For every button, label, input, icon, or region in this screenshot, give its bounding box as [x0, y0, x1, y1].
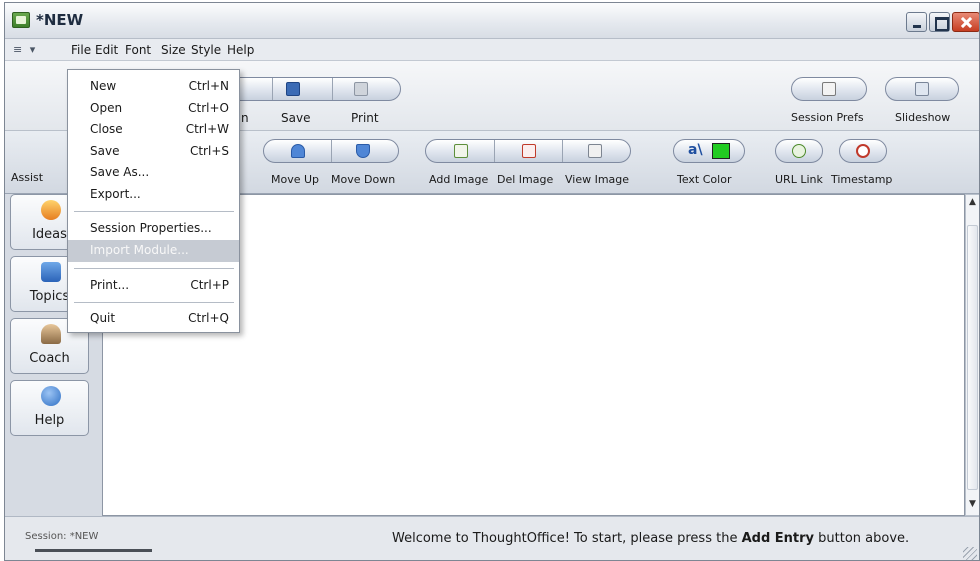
assistants-label: Assist: [11, 171, 44, 184]
menu-edit[interactable]: Edit: [95, 43, 118, 57]
slideshow-icon: [915, 82, 929, 96]
move-button-group: [263, 139, 399, 163]
session-status: Session: *NEW: [25, 531, 99, 542]
menu-item-label: Session Properties...: [90, 221, 212, 235]
sidebar-item-label: Help: [34, 413, 65, 428]
system-menu-icon[interactable]: ≡ ▾: [13, 43, 37, 56]
menu-item-shortcut: Ctrl+S: [189, 144, 229, 158]
menu-bar: ≡ ▾ File Edit Font Size Style Help: [5, 39, 979, 61]
title-bar: *NEW: [5, 3, 979, 39]
image-button-group: [425, 139, 631, 163]
app-window: *NEW ≡ ▾ File Edit Font Size Style Help …: [4, 2, 980, 561]
file-menu-new[interactable]: New Ctrl+N: [68, 76, 239, 98]
file-menu-session-properties[interactable]: Session Properties...: [68, 218, 239, 240]
delete-image-label[interactable]: Del Image: [497, 173, 553, 186]
welcome-message: Welcome to ThoughtOffice! To start, plea…: [392, 531, 909, 546]
window-title: *NEW: [36, 11, 84, 29]
menu-item-shortcut: Ctrl+W: [185, 122, 229, 136]
topics-icon: [41, 262, 61, 282]
menu-item-label: Quit: [90, 311, 116, 325]
lightbulb-icon: [41, 200, 61, 220]
url-link-button[interactable]: [775, 139, 823, 163]
file-menu-save-as[interactable]: Save As...: [68, 162, 239, 184]
text-color-label[interactable]: Text Color: [677, 173, 731, 186]
file-menu-quit[interactable]: Quit Ctrl+Q: [68, 308, 239, 330]
menu-item-label: Export...: [90, 187, 141, 201]
menu-separator: [74, 302, 234, 303]
resize-grip[interactable]: [963, 547, 977, 560]
move-down-label[interactable]: Move Down: [331, 173, 395, 186]
move-down-icon[interactable]: [356, 144, 370, 158]
view-image-label[interactable]: View Image: [565, 173, 629, 186]
menu-item-label: Open: [90, 101, 123, 115]
text-color-button[interactable]: a\: [673, 139, 745, 163]
menu-help[interactable]: Help: [227, 43, 254, 57]
menu-size[interactable]: Size: [161, 43, 186, 57]
menu-item-label: Save: [90, 144, 120, 158]
save-icon[interactable]: [286, 82, 300, 96]
timestamp-label[interactable]: Timestamp: [831, 173, 892, 186]
menu-style[interactable]: Style: [191, 43, 221, 57]
status-bar: Session: *NEW Welcome to ThoughtOffice! …: [5, 516, 979, 560]
session-indicator: [35, 549, 152, 552]
url-link-label[interactable]: URL Link: [775, 173, 823, 186]
scroll-thumb[interactable]: [967, 225, 978, 490]
menu-item-shortcut: Ctrl+P: [190, 278, 229, 292]
app-icon[interactable]: [12, 12, 30, 28]
menu-item-label: Save As...: [90, 165, 150, 179]
print-icon[interactable]: [354, 82, 368, 96]
menu-item-shortcut: Ctrl+Q: [188, 311, 229, 325]
session-prefs-icon: [822, 82, 836, 96]
close-button[interactable]: [952, 12, 979, 32]
delete-image-icon[interactable]: [522, 144, 536, 158]
menu-separator: [74, 268, 234, 269]
menu-file[interactable]: File: [71, 43, 91, 57]
welcome-prefix: Welcome to ThoughtOffice! To start, plea…: [392, 531, 742, 546]
menu-item-label: Close: [90, 122, 123, 136]
help-icon: [41, 386, 61, 406]
text-color-glyph: a\: [688, 142, 703, 158]
vertical-scrollbar[interactable]: ▲ ▼: [965, 194, 979, 516]
file-menu-open[interactable]: Open Ctrl+O: [68, 98, 239, 120]
text-color-swatch: [712, 143, 730, 159]
file-menu-dropdown: New Ctrl+N Open Ctrl+O Close Ctrl+W Save…: [67, 69, 240, 333]
welcome-suffix: button above.: [814, 531, 910, 546]
scroll-up-icon[interactable]: ▲: [967, 197, 978, 211]
session-prefs-button[interactable]: [791, 77, 867, 101]
add-entry-mention: Add Entry: [741, 531, 815, 546]
file-menu-close[interactable]: Close Ctrl+W: [68, 119, 239, 141]
file-menu-import-module[interactable]: Import Module...: [68, 240, 239, 262]
menu-font[interactable]: Font: [125, 43, 151, 57]
move-up-icon[interactable]: [291, 144, 305, 158]
move-up-label[interactable]: Move Up: [271, 173, 319, 186]
print-button-label[interactable]: Print: [351, 111, 379, 125]
slideshow-button[interactable]: [885, 77, 959, 101]
scroll-down-icon[interactable]: ▼: [967, 499, 978, 513]
maximize-button[interactable]: [929, 12, 950, 32]
slideshow-label[interactable]: Slideshow: [895, 111, 950, 124]
menu-item-shortcut: Ctrl+N: [188, 79, 229, 93]
file-menu-print[interactable]: Print... Ctrl+P: [68, 275, 239, 297]
menu-item-label: Print...: [90, 278, 130, 292]
view-image-icon[interactable]: [588, 144, 602, 158]
add-image-label[interactable]: Add Image: [429, 173, 488, 186]
timestamp-button[interactable]: [839, 139, 887, 163]
session-prefs-label[interactable]: Session Prefs: [791, 111, 864, 124]
menu-separator: [74, 211, 234, 212]
menu-item-label: Import Module...: [90, 243, 189, 257]
clock-icon: [856, 144, 870, 158]
sidebar-item-label: Coach: [29, 351, 70, 366]
coach-icon: [41, 324, 61, 344]
save-button-label[interactable]: Save: [281, 111, 310, 125]
file-menu-save[interactable]: Save Ctrl+S: [68, 141, 239, 163]
toolbar-partial-label: n: [241, 111, 249, 125]
sidebar-item-help[interactable]: Help: [10, 380, 89, 436]
add-image-icon[interactable]: [454, 144, 468, 158]
minimize-button[interactable]: [906, 12, 927, 32]
file-menu-export[interactable]: Export...: [68, 184, 239, 206]
link-icon: [792, 144, 806, 158]
menu-item-shortcut: Ctrl+O: [188, 101, 229, 115]
menu-item-label: New: [90, 79, 117, 93]
